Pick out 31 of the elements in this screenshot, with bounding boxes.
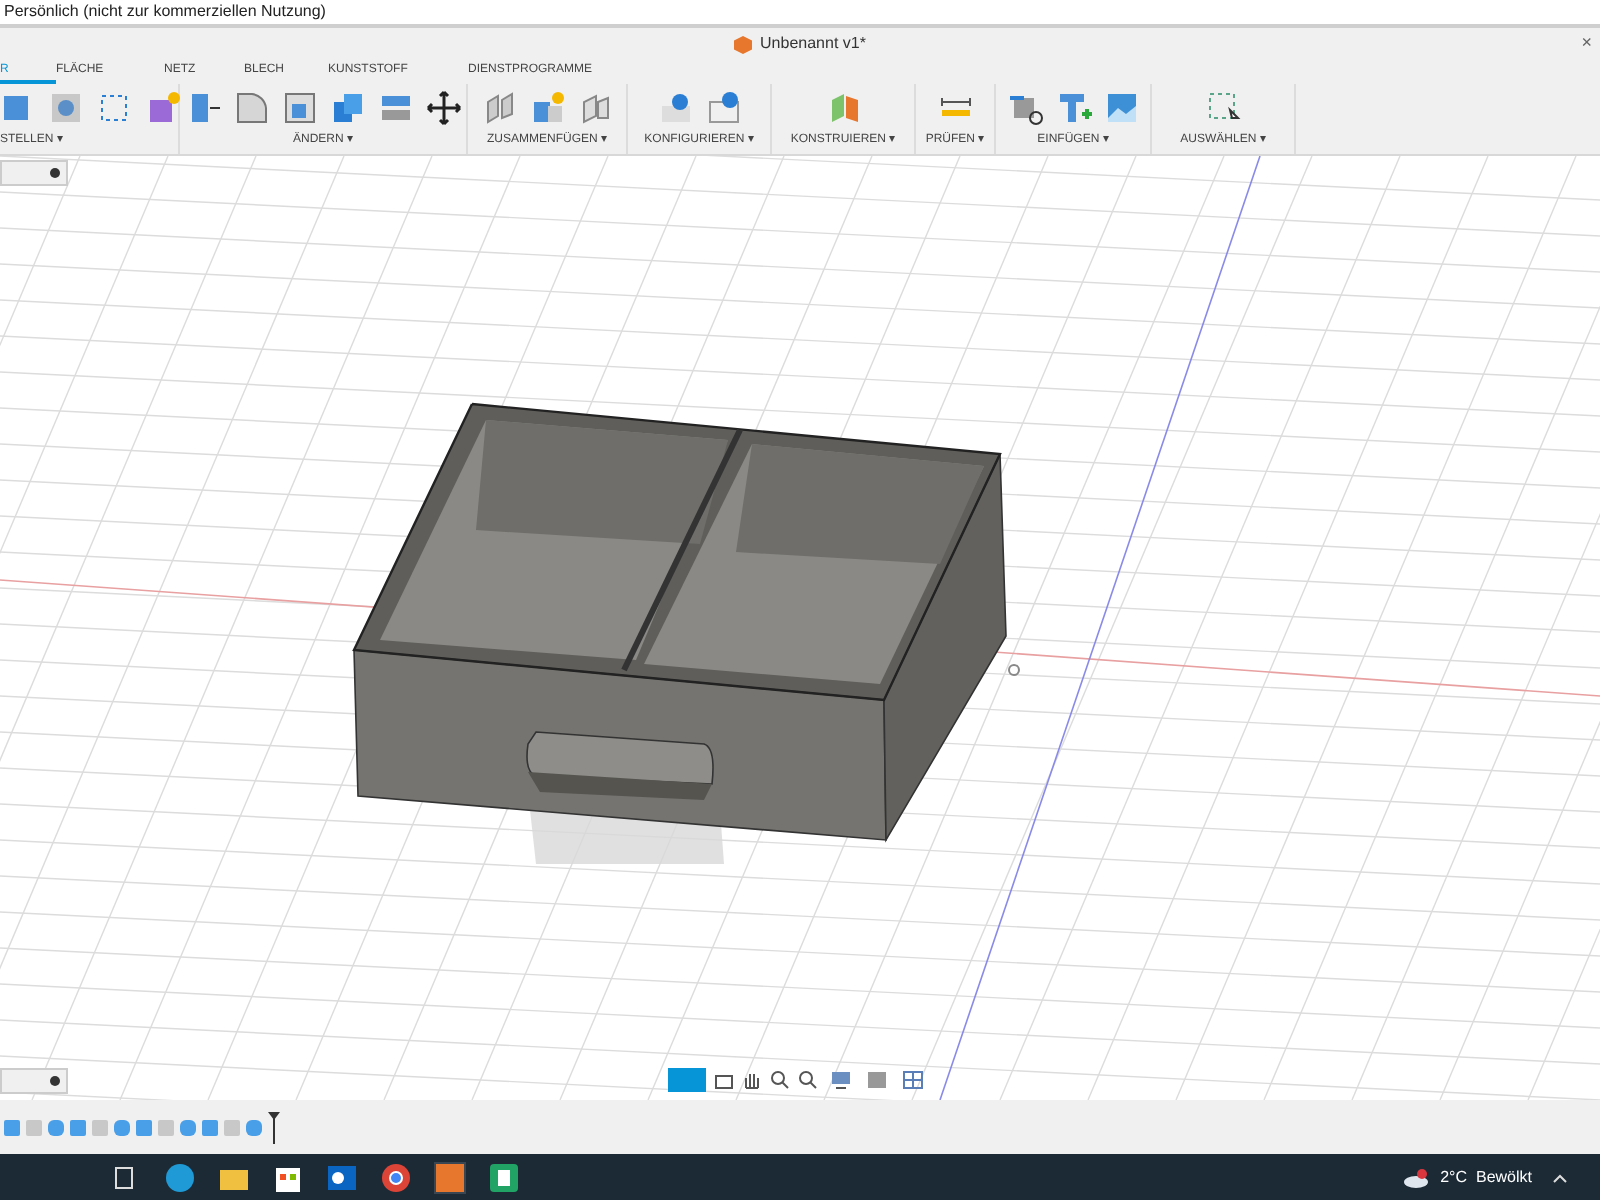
solid-icon[interactable] — [144, 90, 180, 126]
window-title: Persönlich (nicht zur kommerziellen Nutzung) — [4, 0, 326, 24]
layers-icon[interactable] — [377, 90, 413, 126]
browser-panel[interactable] — [0, 160, 68, 186]
fastener-icon[interactable] — [1055, 90, 1091, 126]
combine-icon[interactable] — [329, 90, 365, 126]
cloud-icon[interactable] — [1402, 1167, 1431, 1187]
shell-icon[interactable] — [281, 90, 317, 126]
dot-icon — [50, 168, 60, 178]
parameter-icon[interactable] — [657, 90, 693, 126]
move-icon[interactable] — [425, 90, 461, 126]
chevron-up-icon[interactable] — [1552, 1171, 1568, 1183]
timeline-marker-icon[interactable] — [268, 1111, 280, 1143]
weather-text[interactable]: 2°C Bewölkt — [1440, 1165, 1532, 1189]
dot-icon — [50, 1076, 60, 1086]
spreadsheet-icon[interactable] — [488, 1161, 520, 1193]
mail-icon[interactable] — [326, 1161, 358, 1193]
joint-icon[interactable] — [481, 90, 517, 126]
sketch-icon[interactable] — [96, 90, 132, 126]
component-icon[interactable] — [529, 90, 565, 126]
magnifier-icon[interactable] — [798, 1070, 822, 1090]
comments-panel[interactable] — [0, 1068, 68, 1094]
image-icon[interactable] — [1103, 90, 1139, 126]
zoom-icon[interactable] — [770, 1070, 790, 1090]
table-icon[interactable] — [705, 90, 741, 126]
insert-link-icon[interactable] — [1007, 90, 1043, 126]
hand-icon[interactable] — [742, 1070, 762, 1090]
document-tab[interactable]: Unbenannt v1* — [760, 32, 866, 56]
rigid-icon[interactable] — [577, 90, 613, 126]
fillet-icon[interactable] — [233, 90, 269, 126]
close-button[interactable]: × — [1581, 30, 1592, 57]
